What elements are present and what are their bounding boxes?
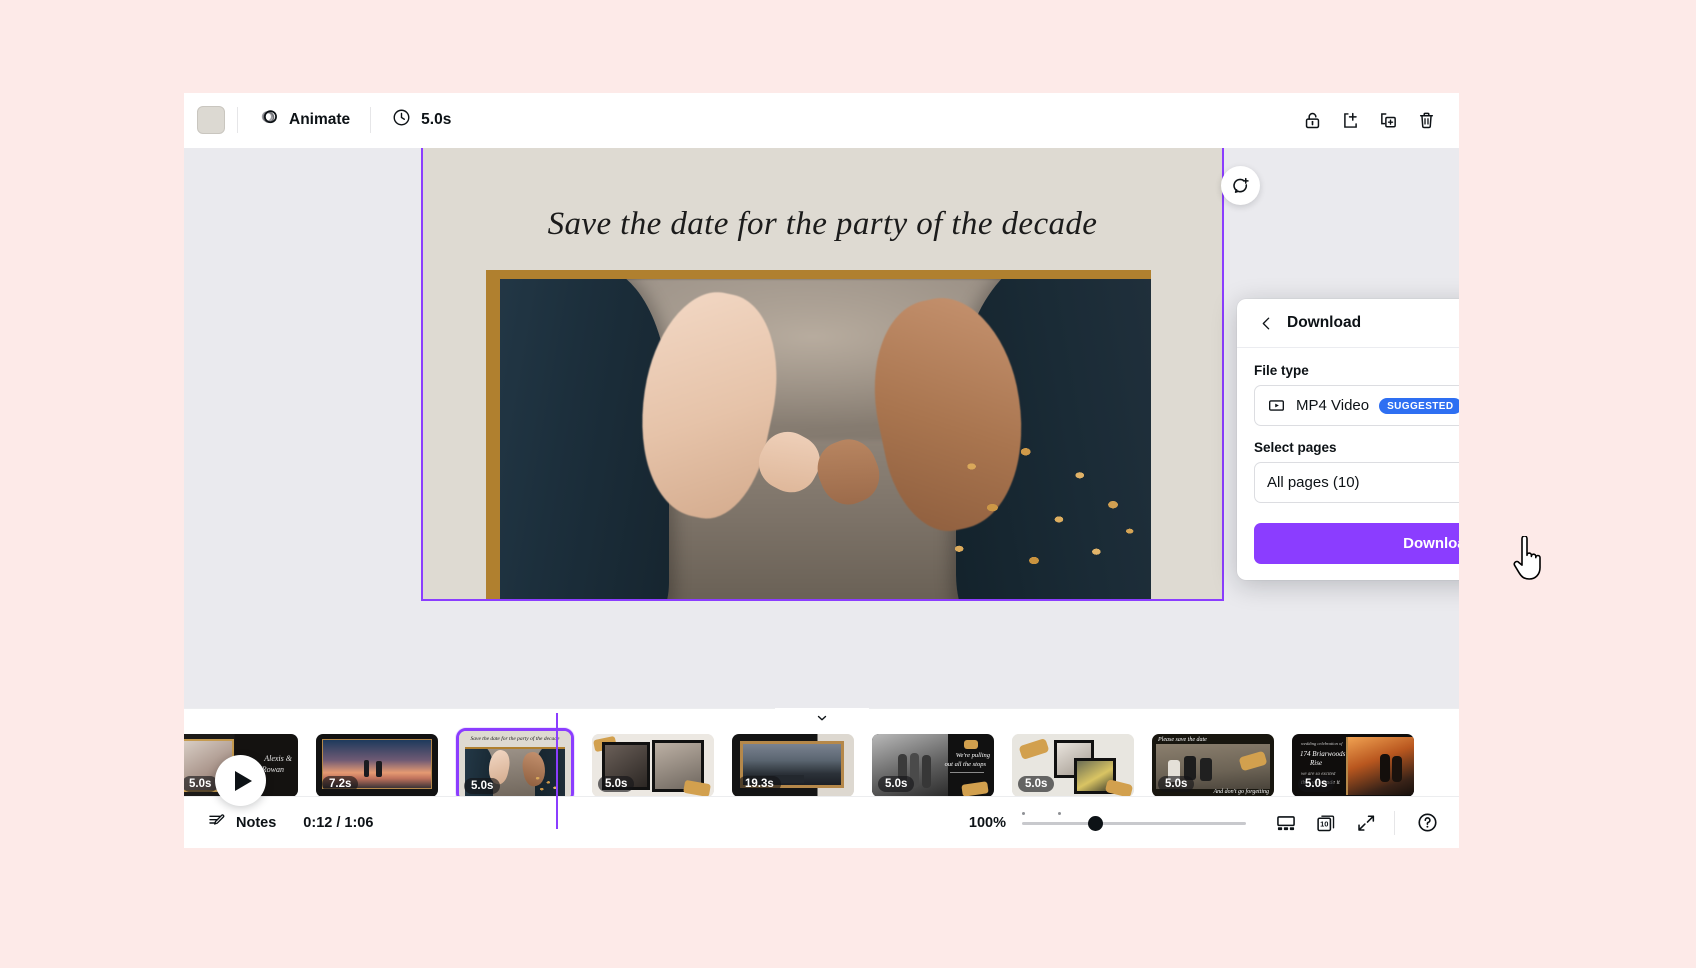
scene-duration: 5.0s [1018,776,1054,792]
download-panel-body: File type MP4 Video SUGGESTED Select pag… [1237,348,1459,503]
select-pages-select[interactable]: All pages (10) [1254,462,1459,503]
animate-icon [258,107,280,134]
download-button[interactable]: Download [1254,523,1459,564]
timeline-scene[interactable]: 5.0s [592,734,714,797]
grid-view-icon[interactable] [1268,805,1304,841]
video-file-icon [1267,396,1286,415]
photo-confetti [930,440,1138,588]
duration-label: 5.0s [421,111,451,129]
timeline-scene[interactable]: wedding celebration of 174 Briarwoods Ri… [1292,734,1414,797]
scene-duration: 5.0s [184,776,218,792]
scene-duration: 5.0s [1158,776,1194,792]
scene-duration: 5.0s [878,776,914,792]
back-chevron-icon[interactable] [1253,310,1279,336]
page-count-text: 10 [1320,819,1328,828]
add-comment-icon[interactable] [1221,166,1260,205]
scene-duration: 19.3s [738,776,781,792]
timeline-scene[interactable]: 5.0s [1012,734,1134,797]
select-pages-label: Select pages [1254,440,1459,455]
unlock-icon[interactable] [1293,101,1331,139]
scene-duration: 5.0s [598,776,634,792]
bottom-bar: Notes 0:12 / 1:06 100% 10 [184,796,1459,848]
page-photo-frame[interactable] [486,270,1151,600]
notes-label: Notes [236,815,276,831]
toolbar-divider-2 [370,107,371,133]
mouse-cursor [1513,536,1547,582]
duration-button[interactable]: 5.0s [383,103,459,137]
suggested-badge: SUGGESTED [1379,398,1459,414]
color-swatch-button[interactable] [197,106,225,134]
select-pages-value: All pages (10) [1267,474,1360,491]
zoom-slider[interactable] [1022,812,1246,834]
bottom-bar-divider [1394,811,1395,835]
add-page-icon[interactable] [1331,101,1369,139]
timeline-scene[interactable]: 7.2s [316,734,438,797]
page-title-text[interactable]: Save the date for the party of the decad… [423,206,1222,243]
selected-page[interactable]: Save the date for the party of the decad… [421,148,1224,601]
file-type-label: File type [1254,363,1459,378]
zoom-level-label: 100% [969,815,1006,831]
duplicate-page-icon[interactable] [1369,101,1407,139]
animate-button[interactable]: Animate [250,103,358,137]
scene-duration: 7.2s [322,776,358,792]
timeline-playhead[interactable] [556,713,558,829]
download-panel: Download File type MP4 Video SUGGESTED [1237,299,1459,580]
canva-editor-window: Animate 5.0s [184,93,1459,848]
zoom-slider-handle[interactable] [1088,816,1103,831]
file-type-select[interactable]: MP4 Video SUGGESTED [1254,385,1459,426]
download-panel-header: Download [1237,299,1459,348]
timeline-scene[interactable]: 19.3s [732,734,854,797]
scene-duration: 5.0s [464,778,500,794]
page-count-icon[interactable]: 10 [1308,805,1344,841]
notes-icon [207,811,227,835]
timeline-scene[interactable]: We're pulling out all the stops 5.0s [872,734,994,797]
clock-icon [391,107,412,133]
play-button[interactable] [215,755,266,806]
notes-button[interactable]: Notes [198,806,285,840]
play-icon [235,771,252,791]
toolbar-divider-1 [237,107,238,133]
top-toolbar: Animate 5.0s [184,93,1459,148]
page-photo[interactable] [500,279,1151,600]
animate-label: Animate [289,111,350,129]
delete-page-icon[interactable] [1407,101,1445,139]
fullscreen-icon[interactable] [1348,805,1384,841]
zoom-slider-tick [1022,812,1025,815]
scene-duration: 5.0s [1298,776,1334,792]
file-type-value: MP4 Video [1296,397,1369,414]
collapse-timeline-button[interactable] [775,708,869,727]
download-panel-title: Download [1287,314,1361,332]
time-code: 0:12 / 1:06 [303,815,373,831]
zoom-slider-tick [1058,812,1061,815]
zoom-slider-track [1022,822,1246,825]
timeline-scene[interactable]: Please save the date And don't go forget… [1152,734,1274,797]
help-icon[interactable] [1409,805,1445,841]
